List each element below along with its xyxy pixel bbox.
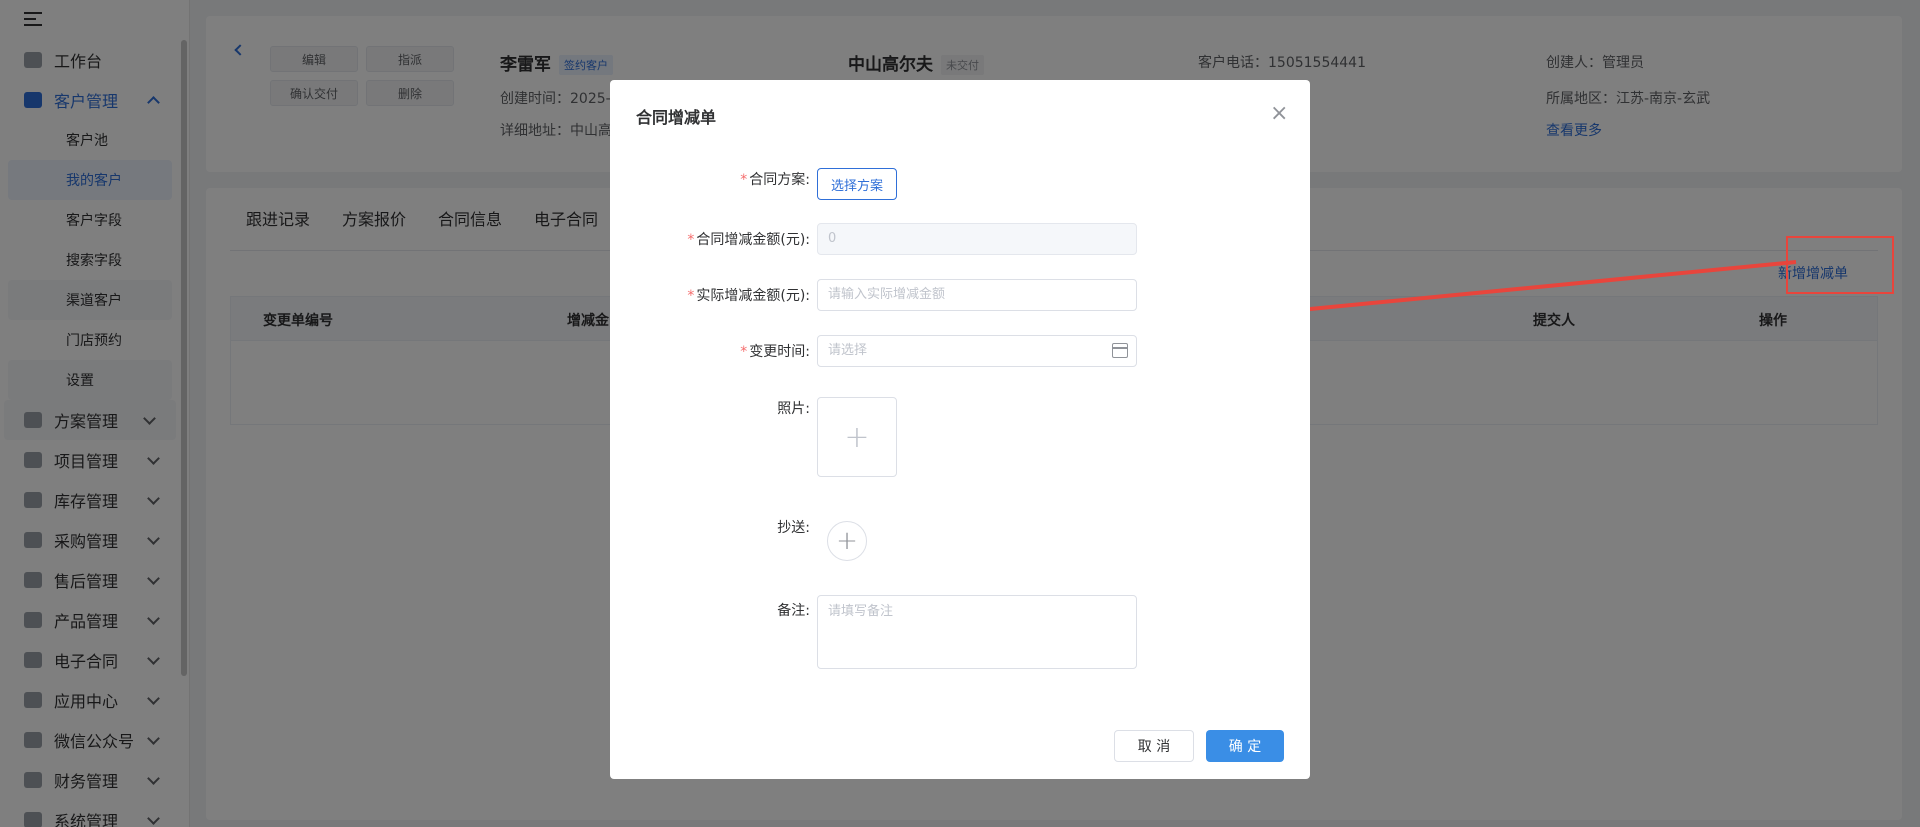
actual-amount-label: * 实际增减金额(元): xyxy=(687,288,810,304)
annotation-highlight-box xyxy=(1786,236,1894,294)
photo-upload-button[interactable]: + xyxy=(817,397,897,477)
choose-plan-button[interactable]: 选择方案 xyxy=(817,168,897,200)
plus-icon: + xyxy=(844,419,870,455)
plus-icon: + xyxy=(836,526,858,556)
note-label: 备注: xyxy=(777,603,810,619)
calendar-icon xyxy=(1112,343,1128,358)
required-mark: * xyxy=(687,232,695,248)
required-mark: * xyxy=(687,288,695,304)
contract-amount-field: 0 xyxy=(817,223,1137,255)
change-time-label: * 变更时间: xyxy=(740,344,810,360)
required-mark: * xyxy=(740,172,748,188)
cancel-button[interactable]: 取 消 xyxy=(1114,730,1194,762)
required-mark: * xyxy=(740,344,748,360)
cc-label: 抄送: xyxy=(777,520,810,536)
actual-amount-input[interactable]: 请输入实际增减金额 xyxy=(817,279,1137,311)
amount-label: * 合同增减金额(元): xyxy=(687,232,810,248)
plan-label: * 合同方案: xyxy=(740,172,810,188)
dialog-title: 合同增减单 xyxy=(636,108,717,127)
confirm-button[interactable]: 确 定 xyxy=(1206,730,1284,762)
close-icon[interactable]: × xyxy=(1270,103,1288,125)
add-cc-button[interactable]: + xyxy=(827,521,867,561)
note-textarea[interactable]: 请填写备注 xyxy=(817,595,1137,669)
change-time-picker[interactable]: 请选择 xyxy=(817,335,1137,367)
change-order-dialog: 合同增减单 × * 合同方案: 选择方案 * 合同增减金额(元): 0 * 实际增减金… xyxy=(610,80,1310,779)
photo-label: 照片: xyxy=(777,401,810,417)
